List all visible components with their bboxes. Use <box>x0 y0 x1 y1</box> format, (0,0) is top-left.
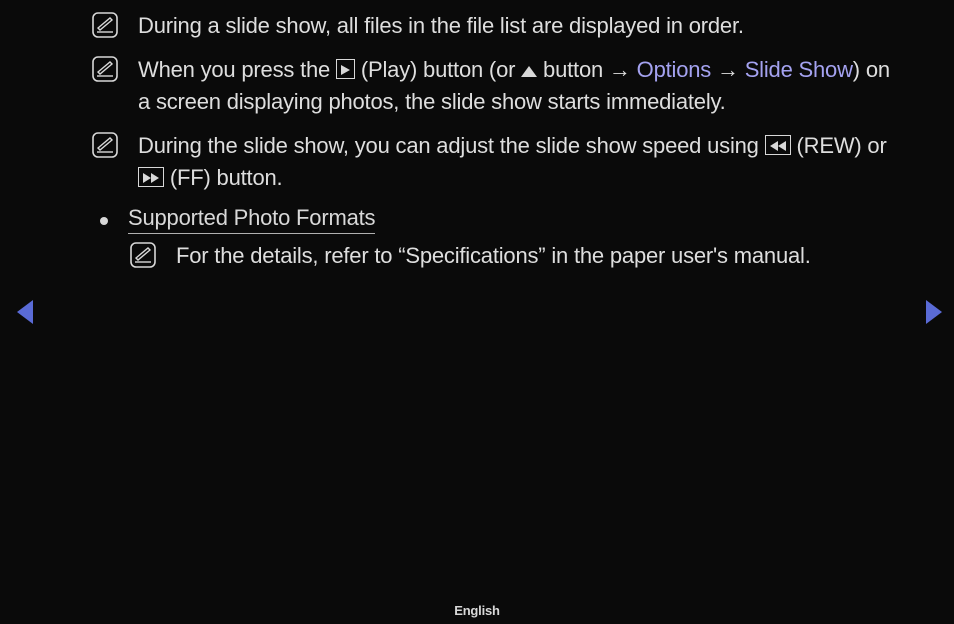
slideshow-link: Slide Show <box>745 57 853 82</box>
text-fragment: During the slide show, you can adjust th… <box>138 133 765 158</box>
section-heading-row: Supported Photo Formats <box>92 205 902 234</box>
up-arrow-icon <box>521 66 537 77</box>
note-item: For the details, refer to “Specification… <box>130 240 902 272</box>
bullet-icon <box>100 217 108 225</box>
note-item: During a slide show, all files in the fi… <box>92 10 902 42</box>
text-fragment: When you press the <box>138 57 336 82</box>
note-item: When you press the (Play) button (or but… <box>92 54 902 118</box>
section-heading: Supported Photo Formats <box>128 205 375 234</box>
note-text: During the slide show, you can adjust th… <box>138 130 902 194</box>
note-icon <box>92 12 120 38</box>
note-icon <box>92 132 120 158</box>
rewind-button-icon <box>765 135 791 155</box>
play-button-icon <box>336 59 355 79</box>
text-fragment: → <box>711 57 745 82</box>
note-text: When you press the (Play) button (or but… <box>138 54 902 118</box>
text-fragment: button → <box>537 57 637 82</box>
prev-page-button[interactable] <box>17 300 33 324</box>
note-item: During the slide show, you can adjust th… <box>92 130 902 194</box>
note-text: During a slide show, all files in the fi… <box>138 10 744 42</box>
note-text: For the details, refer to “Specification… <box>176 240 811 272</box>
manual-body: During a slide show, all files in the fi… <box>92 10 902 284</box>
next-page-button[interactable] <box>926 300 942 324</box>
note-icon <box>92 56 120 82</box>
text-fragment: (FF) button. <box>164 165 282 190</box>
options-link: Options <box>637 57 711 82</box>
note-icon <box>130 242 158 268</box>
language-label: English <box>0 603 954 618</box>
text-fragment: (Play) button (or <box>355 57 521 82</box>
text-fragment: (REW) or <box>791 133 887 158</box>
fastforward-button-icon <box>138 167 164 187</box>
